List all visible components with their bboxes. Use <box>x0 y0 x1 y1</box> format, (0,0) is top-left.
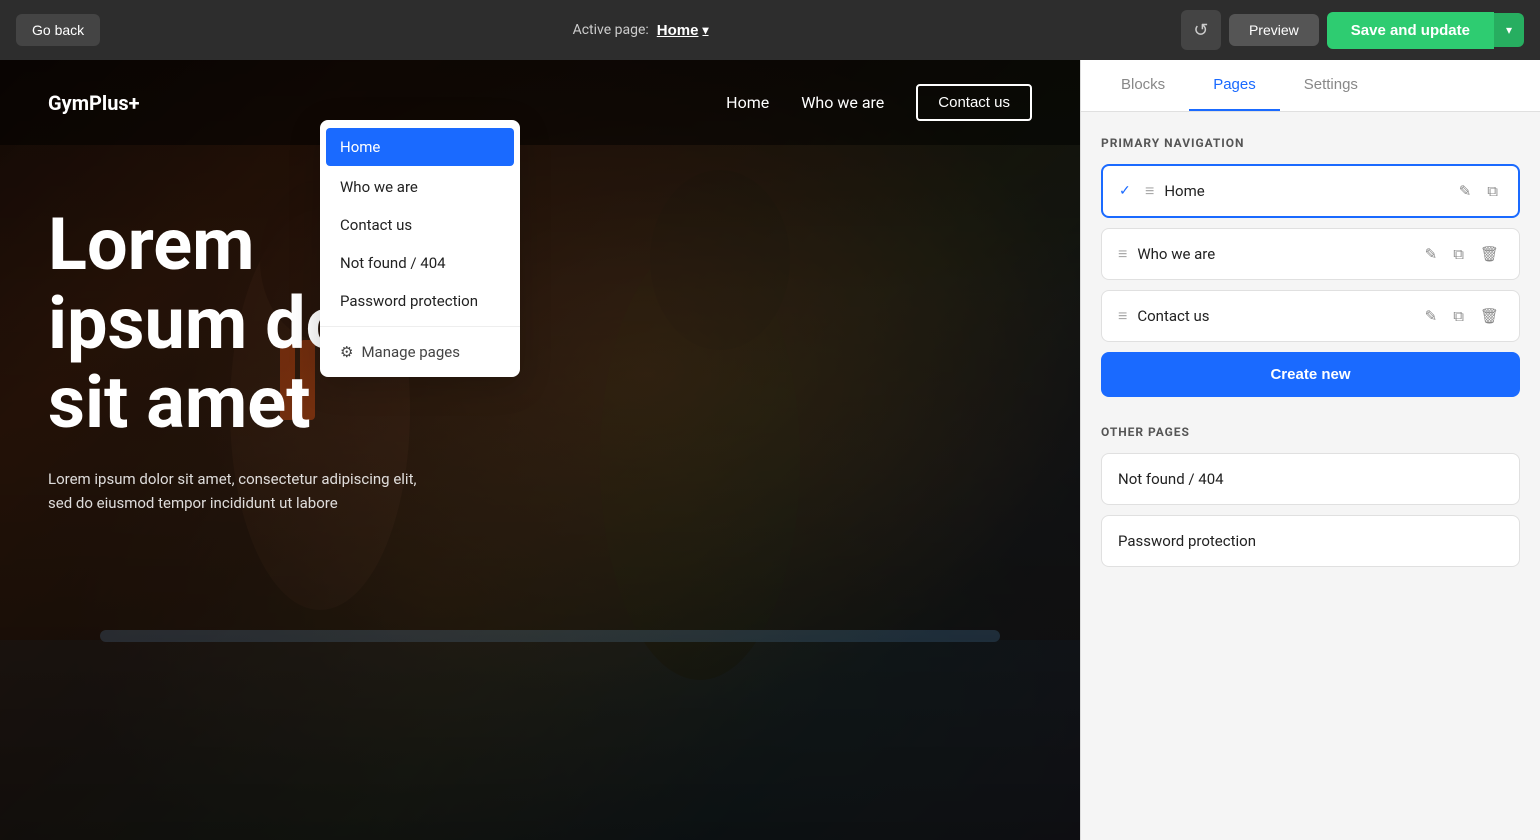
nav-page-item-contact-us[interactable]: ≡ Contact us ✎ ⧉ 🗑 <box>1101 290 1520 342</box>
main-layout: GymPlus+ Home Who we are Contact us Lore… <box>0 60 1540 840</box>
copy-contact-us-button[interactable]: ⧉ <box>1449 306 1468 327</box>
preview-area: GymPlus+ Home Who we are Contact us Lore… <box>0 60 1080 840</box>
nav-contact-button[interactable]: Contact us <box>916 84 1032 121</box>
dropdown-item-home[interactable]: Home <box>326 128 514 166</box>
gear-icon: ⚙ <box>340 343 353 361</box>
other-pages-section: OTHER PAGES Not found / 404 Password pro… <box>1101 425 1520 567</box>
chevron-down-icon: ▾ <box>702 23 708 37</box>
preview-button[interactable]: Preview <box>1229 14 1319 46</box>
history-button[interactable]: ↺ <box>1181 10 1221 50</box>
panel-tabs: Blocks Pages Settings <box>1081 60 1540 112</box>
hero-description: Lorem ipsum dolor sit amet, consectetur … <box>48 467 428 515</box>
nav-page-item-who-we-are[interactable]: ≡ Who we are ✎ ⧉ 🗑 <box>1101 228 1520 280</box>
topbar-left: Go back <box>16 14 100 46</box>
nav-link-who-we-are[interactable]: Who we are <box>801 93 884 112</box>
site-nav-links: Home Who we are Contact us <box>726 84 1032 121</box>
dropdown-item-not-found[interactable]: Not found / 404 <box>320 244 520 282</box>
topbar-right: ↺ Preview Save and update ▾ <box>1181 10 1524 50</box>
page-dropdown-menu: Home Who we are Contact us Not found / 4… <box>320 120 520 377</box>
contact-us-page-actions: ✎ ⧉ 🗑 <box>1421 305 1503 327</box>
dropdown-manage-pages[interactable]: ⚙ Manage pages <box>320 333 520 371</box>
site-hero: Lorem ipsum dolor sit amet Lorem ipsum d… <box>0 145 1080 575</box>
nav-link-home[interactable]: Home <box>726 93 769 112</box>
gym-site-preview: GymPlus+ Home Who we are Contact us Lore… <box>0 60 1080 840</box>
site-nav: GymPlus+ Home Who we are Contact us <box>0 60 1080 145</box>
home-page-actions: ✎ ⧉ <box>1455 180 1502 202</box>
site-logo: GymPlus+ <box>48 91 140 115</box>
edit-contact-us-button[interactable]: ✎ <box>1421 305 1442 327</box>
active-page-label: Active page: <box>573 22 649 38</box>
dropdown-divider <box>320 326 520 327</box>
create-new-button[interactable]: Create new <box>1101 352 1520 397</box>
drag-handle-icon: ≡ <box>1145 181 1154 201</box>
topbar-center: Active page: Home ▾ <box>573 22 709 39</box>
manage-pages-label: Manage pages <box>361 343 460 361</box>
go-back-button[interactable]: Go back <box>16 14 100 46</box>
who-we-are-page-actions: ✎ ⧉ 🗑 <box>1421 243 1503 265</box>
save-update-button[interactable]: Save and update <box>1327 12 1494 49</box>
save-update-group: Save and update ▾ <box>1327 12 1524 49</box>
tab-blocks[interactable]: Blocks <box>1097 60 1189 111</box>
edit-home-button[interactable]: ✎ <box>1455 180 1476 202</box>
nav-page-item-home[interactable]: ✓ ≡ Home ✎ ⧉ <box>1101 164 1520 218</box>
active-page-dropdown[interactable]: Home ▾ <box>657 22 709 39</box>
delete-who-we-are-button[interactable]: 🗑 <box>1476 243 1503 265</box>
other-pages-label: OTHER PAGES <box>1101 425 1520 439</box>
check-icon: ✓ <box>1119 183 1135 199</box>
other-page-item-password-protection[interactable]: Password protection <box>1101 515 1520 567</box>
dropdown-item-password-protection[interactable]: Password protection <box>320 282 520 320</box>
active-page-value: Home <box>657 22 699 39</box>
dropdown-item-who-we-are[interactable]: Who we are <box>320 168 520 206</box>
drag-handle-icon: ≡ <box>1118 244 1127 264</box>
panel-content: PRIMARY NAVIGATION ✓ ≡ Home ✎ ⧉ ≡ Who we… <box>1081 112 1540 840</box>
dropdown-item-contact-us[interactable]: Contact us <box>320 206 520 244</box>
history-icon: ↺ <box>1193 20 1208 41</box>
edit-who-we-are-button[interactable]: ✎ <box>1421 243 1442 265</box>
primary-navigation-label: PRIMARY NAVIGATION <box>1101 136 1520 150</box>
right-panel: Blocks Pages Settings PRIMARY NAVIGATION… <box>1080 60 1540 840</box>
nav-page-name-home: Home <box>1164 182 1444 200</box>
copy-who-we-are-button[interactable]: ⧉ <box>1449 244 1468 265</box>
copy-home-button[interactable]: ⧉ <box>1483 181 1502 202</box>
tab-pages[interactable]: Pages <box>1189 60 1280 111</box>
delete-contact-us-button[interactable]: 🗑 <box>1476 305 1503 327</box>
nav-page-name-who-we-are: Who we are <box>1137 245 1410 263</box>
drag-handle-icon: ≡ <box>1118 306 1127 326</box>
topbar: Go back Active page: Home ▾ ↺ Preview Sa… <box>0 0 1540 60</box>
tab-settings[interactable]: Settings <box>1280 60 1382 111</box>
nav-page-name-contact-us: Contact us <box>1137 307 1410 325</box>
other-page-item-not-found[interactable]: Not found / 404 <box>1101 453 1520 505</box>
save-update-arrow-button[interactable]: ▾ <box>1494 13 1524 47</box>
